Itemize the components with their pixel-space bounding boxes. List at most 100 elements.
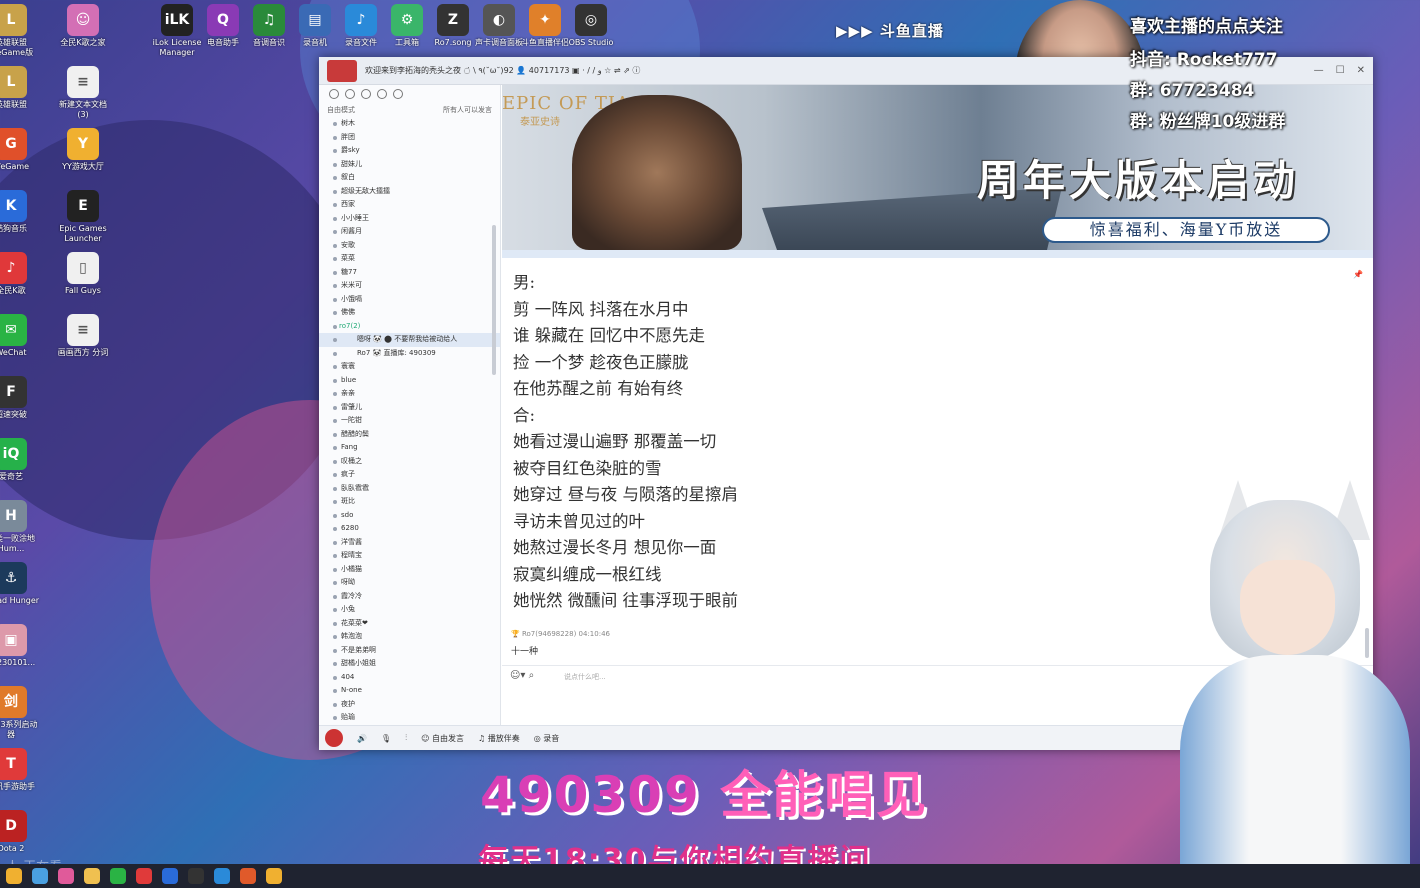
member-item[interactable]: 夜护 — [319, 698, 500, 712]
desktop-icon[interactable]: ♪ 全民K歌 — [0, 252, 40, 296]
speaker-icon[interactable]: 🔊 — [357, 734, 367, 743]
desktop-icon[interactable]: ▣ 20230101... — [0, 624, 40, 668]
member-item[interactable]: 米米可 — [319, 279, 500, 293]
eq-icon[interactable]: ⫶ — [405, 733, 407, 743]
member-item[interactable]: 甜橘小姐姐 — [319, 657, 500, 671]
member-item[interactable]: 树木 — [319, 117, 500, 131]
member-item[interactable]: 寰寰 — [319, 360, 500, 374]
member-item[interactable]: 叙白 — [319, 171, 500, 185]
free-speak-button[interactable]: ☺ 自由发言 — [421, 733, 464, 744]
search-icon[interactable] — [393, 89, 403, 99]
mixer-icon: ◐ — [483, 4, 515, 36]
taskbar-app-icon[interactable] — [6, 868, 22, 884]
member-item[interactable]: 洋雪酱 — [319, 536, 500, 550]
desktop-icon[interactable]: ▯ Fall Guys — [54, 252, 112, 296]
desktop-icon[interactable]: Y YY游戏大厅 — [54, 128, 112, 172]
member-item[interactable]: 醋醋的鬓 — [319, 428, 500, 442]
taskbar-app-icon[interactable] — [32, 868, 48, 884]
member-item[interactable]: 程晴宝 — [319, 549, 500, 563]
member-item[interactable]: 404 — [319, 671, 500, 685]
desktop-icon[interactable]: G WeGame — [0, 128, 40, 172]
desktop-icon[interactable]: ≡ 画画西方 分词 — [54, 314, 112, 358]
obs-icon[interactable] — [188, 868, 204, 884]
desktop-icon[interactable]: ≡ 新建文本文档 (3) — [54, 66, 112, 120]
member-item[interactable]: blue — [319, 374, 500, 388]
member-item[interactable]: 糖77 — [319, 266, 500, 280]
member-item[interactable]: sdo — [319, 509, 500, 523]
member-item[interactable]: 西家 — [319, 198, 500, 212]
desktop-icon[interactable]: K 酷狗音乐 — [0, 190, 40, 234]
member-item[interactable]: 不是弟弟啊 — [319, 644, 500, 658]
member-item[interactable]: 超级无敌大擂擂 — [319, 185, 500, 199]
desktop-icon[interactable]: ⚓ Dread Hunger — [0, 562, 40, 606]
member-item[interactable]: 小兔 — [319, 603, 500, 617]
lyric-line: 捡 一个梦 趁夜色正朦胧 — [513, 352, 689, 372]
list-icon[interactable] — [377, 89, 387, 99]
member-item[interactable]: 佛佛 — [319, 306, 500, 320]
desktop-icon[interactable]: H 人类一败涂地 Hum... — [0, 500, 40, 554]
member-item[interactable]: 雷肇儿 — [319, 401, 500, 415]
chat-input-placeholder[interactable]: 说点什么吧... — [564, 672, 606, 682]
member-item[interactable]: 亲亲 — [319, 387, 500, 401]
member-item[interactable]: 小小睡王 — [319, 212, 500, 226]
desktop-icon[interactable]: iQ 爱奇艺 — [0, 438, 40, 482]
folder-icon[interactable] — [84, 868, 100, 884]
member-item[interactable]: 花菜菜❤ — [319, 617, 500, 631]
member-group[interactable]: ro7(2) — [319, 320, 500, 334]
member-item[interactable]: 一陀钳 — [319, 414, 500, 428]
pin-icon[interactable]: 📌 — [1353, 270, 1363, 279]
kugou-icon: K — [0, 190, 27, 222]
member-item[interactable]: 6280 — [319, 522, 500, 536]
member-item[interactable]: 闲酱月 — [319, 225, 500, 239]
member-item[interactable]: 爵sky — [319, 144, 500, 158]
member-item[interactable]: 贻瑜 — [319, 711, 500, 725]
taskbar-app-icon[interactable] — [136, 868, 152, 884]
member-item[interactable]: 小饿嗝 — [319, 293, 500, 307]
user-avatar[interactable] — [325, 729, 343, 747]
accompany-button[interactable]: ♫ 播放伴奏 — [478, 733, 520, 744]
taskbar-app-icon[interactable] — [240, 868, 256, 884]
desktop-icon[interactable]: D Dota 2 — [0, 810, 40, 854]
member-item[interactable]: 小橘猫 — [319, 563, 500, 577]
desktop-icon[interactable]: ✉ WeChat — [0, 314, 40, 358]
member-item[interactable]: 安歌 — [319, 239, 500, 253]
member-item[interactable]: 疯子 — [319, 468, 500, 482]
taskbar-app-icon[interactable] — [58, 868, 74, 884]
member-item[interactable]: 韩泡泡 — [319, 630, 500, 644]
chat-icon[interactable] — [345, 89, 355, 99]
desktop-icon[interactable]: F 超速突破 — [0, 376, 40, 420]
member-item[interactable]: 斑比 — [319, 495, 500, 509]
member-item[interactable]: 甜妹儿 — [319, 158, 500, 172]
screenshot-icon[interactable]: ⌕ — [529, 670, 535, 681]
member-item[interactable]: Fang — [319, 441, 500, 455]
location-icon[interactable] — [361, 89, 371, 99]
desktop-icon[interactable]: ◎ OBS Studio — [562, 4, 620, 48]
mic-icon[interactable]: 🎙 — [381, 734, 391, 743]
yy-icon: Y — [67, 128, 99, 160]
desktop-icon[interactable]: L 英雄联盟 WeGame版 — [0, 4, 40, 58]
desktop-icon[interactable]: E Epic Games Launcher — [54, 190, 112, 244]
member-item[interactable]: 胖团 — [319, 131, 500, 145]
emoji-icon[interactable]: ☺▾ — [510, 670, 525, 681]
member-item[interactable]: 呀呦 — [319, 576, 500, 590]
browser-icon[interactable] — [214, 868, 230, 884]
record-button[interactable]: ◎ 录音 — [534, 733, 560, 744]
wechat-icon[interactable] — [110, 868, 126, 884]
member-item[interactable]: 臥臥雹雹 — [319, 482, 500, 496]
desktop-icon[interactable]: ☺ 全民K歌之家 — [54, 4, 112, 48]
taskbar-app-icon[interactable] — [162, 868, 178, 884]
member-item[interactable]: N-one — [319, 684, 500, 698]
member-item[interactable]: Ro7 🐼 直播库: 490309 — [319, 347, 500, 361]
member-item[interactable]: 嗯呀 🐼 ⬤ 不要帮我给被动给人 — [319, 333, 500, 347]
human-icon: H — [0, 500, 27, 532]
member-item[interactable]: 叹桶之 — [319, 455, 500, 469]
member-item[interactable]: 菜菜 — [319, 252, 500, 266]
member-scrollbar[interactable] — [492, 225, 496, 375]
user-icon[interactable] — [329, 89, 339, 99]
member-item[interactable]: 霞冷冷 — [319, 590, 500, 604]
desktop-icon[interactable]: T 腾讯手游助手 — [0, 748, 40, 792]
desktop-icon[interactable]: 剑剑网3系列启动器 — [0, 686, 40, 740]
taskbar-app-icon[interactable] — [266, 868, 282, 884]
desktop-icon[interactable]: L 英雄联盟 — [0, 66, 40, 110]
mode-label[interactable]: 自由模式 — [327, 105, 355, 115]
